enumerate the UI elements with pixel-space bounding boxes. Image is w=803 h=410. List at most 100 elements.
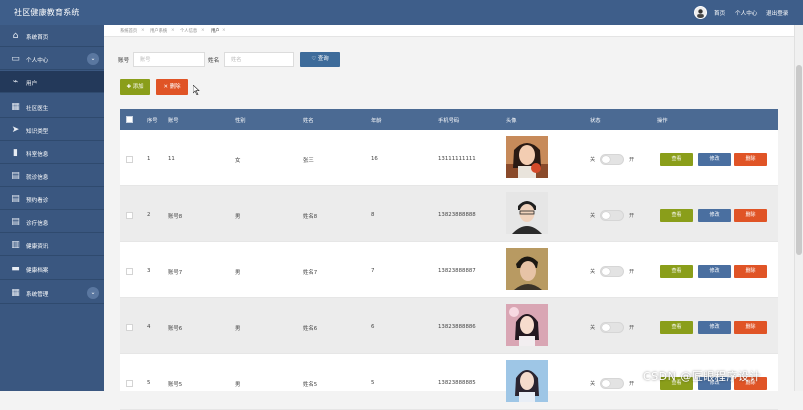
row-account: 账号5 <box>168 382 183 388</box>
row-name: 姓名8 <box>303 214 318 220</box>
toggle-on-label: 开 <box>629 213 635 219</box>
sidebar-item-label: 科室信息 <box>26 152 49 158</box>
view-button[interactable]: 查看 <box>660 321 693 334</box>
sidebar-item-visit[interactable]: ▤ 就诊信息 <box>0 165 104 187</box>
row-checkbox[interactable] <box>126 156 133 163</box>
row-delete-button[interactable]: 删除 <box>734 321 767 334</box>
row-checkbox[interactable] <box>126 380 133 387</box>
row-account: 账号6 <box>168 326 183 332</box>
toggle-on-label: 开 <box>629 269 635 275</box>
view-button[interactable]: 查看 <box>660 153 693 166</box>
sidebar-item-system[interactable]: ▦ 系统管理 ⌄ <box>0 282 104 304</box>
sidebar-item-records[interactable]: ▬ 健康档案 <box>0 258 104 280</box>
sidebar-item-label: 系统首页 <box>26 35 49 41</box>
select-all-checkbox[interactable] <box>126 116 133 123</box>
status-toggle[interactable] <box>600 378 624 389</box>
breadcrumb-item[interactable]: 用户 <box>211 28 220 34</box>
sidebar-item-label: 健康档案 <box>26 268 49 274</box>
row-age: 8 <box>371 212 375 218</box>
add-button-label: 添加 <box>132 84 144 90</box>
toggle-on-label: 开 <box>629 325 635 331</box>
sidebar-item-treatment[interactable]: ▤ 诊疗信息 <box>0 211 104 233</box>
chevron-down-icon[interactable]: ⌄ <box>87 53 99 65</box>
breadcrumb-separator: × <box>222 28 226 33</box>
row-checkbox[interactable] <box>126 212 133 219</box>
search-button[interactable]: ♡ 查询 <box>300 52 340 67</box>
status-toggle[interactable] <box>600 154 624 165</box>
avatar <box>506 192 548 234</box>
row-checkbox[interactable] <box>126 268 133 275</box>
header-avatar[interactable] <box>694 6 707 19</box>
list-icon: ▤ <box>11 194 20 204</box>
account-input[interactable] <box>133 52 205 67</box>
column-header: 状态 <box>590 118 601 124</box>
sidebar-item-label: 预约看诊 <box>26 198 49 204</box>
sidebar-item-news[interactable]: ▥ 健康资讯 <box>0 234 104 256</box>
view-button[interactable]: 查看 <box>660 209 693 222</box>
status-toggle[interactable] <box>600 322 624 333</box>
edit-button[interactable]: 修改 <box>698 265 731 278</box>
avatar <box>506 360 548 402</box>
status-toggle[interactable] <box>600 210 624 221</box>
sidebar-item-users[interactable]: ⌁ 用户 <box>0 71 104 93</box>
toggle-off-label: 关 <box>590 381 596 387</box>
site-title: 社区健康教育系统 <box>14 8 80 17</box>
toggle-knob <box>602 156 610 163</box>
sidebar-item-profile[interactable]: ▭ 个人中心 ⌄ <box>0 48 104 70</box>
breadcrumb-item[interactable]: 用户系统 <box>150 28 167 34</box>
row-checkbox[interactable] <box>126 324 133 331</box>
row-no: 4 <box>147 324 151 330</box>
status-toggle[interactable] <box>600 266 624 277</box>
edit-button[interactable]: 修改 <box>698 209 731 222</box>
toggle-on-label: 开 <box>629 157 635 163</box>
book-icon: ▥ <box>11 240 20 250</box>
sidebar-item-department[interactable]: ▮ 科室信息 <box>0 142 104 164</box>
name-label: 姓名 <box>208 58 220 64</box>
toggle-on-label: 开 <box>629 381 635 387</box>
row-no: 2 <box>147 212 151 218</box>
row-gender: 男 <box>235 326 241 332</box>
row-delete-button[interactable]: 删除 <box>734 153 767 166</box>
profile-link[interactable]: 个人中心 <box>735 9 757 17</box>
grid-icon: ▦ <box>11 102 20 112</box>
breadcrumb-item[interactable]: 个人信息 <box>180 28 197 34</box>
home-link[interactable]: 首页 <box>714 9 725 17</box>
sidebar-item-doctors[interactable]: ▦ 社区医生 <box>0 96 104 118</box>
delete-button-label: 删除 <box>169 84 181 90</box>
paper-plane-icon: ➤ <box>11 125 20 135</box>
delete-button[interactable]: ✕ 删除 <box>156 79 188 95</box>
chat-icon: ▬ <box>11 264 20 274</box>
toggle-off-label: 关 <box>590 269 596 275</box>
avatar <box>506 248 548 290</box>
column-header: 序号 <box>147 118 158 124</box>
chart-line-icon: ⌁ <box>12 77 19 87</box>
row-phone: 13111111111 <box>438 156 476 162</box>
view-button[interactable]: 查看 <box>660 265 693 278</box>
sidebar-item-label: 个人中心 <box>26 58 49 64</box>
top-header: 社区健康教育系统 首页 个人中心 退出登录 <box>0 0 803 25</box>
logout-link[interactable]: 退出登录 <box>766 9 788 17</box>
page-scrollbar[interactable] <box>794 25 803 391</box>
name-input[interactable] <box>224 52 294 67</box>
sidebar-item-appointment[interactable]: ▤ 预约看诊 <box>0 188 104 210</box>
toggle-knob <box>602 324 610 331</box>
edit-button[interactable]: 修改 <box>698 153 731 166</box>
row-name: 姓名6 <box>303 326 318 332</box>
home-icon: ⌂ <box>12 31 19 41</box>
sidebar-item-label: 就诊信息 <box>26 175 49 181</box>
add-button[interactable]: ✚ 添加 <box>120 79 150 95</box>
row-name: 姓名7 <box>303 270 318 276</box>
row-delete-button[interactable]: 删除 <box>734 265 767 278</box>
search-button-label: 查询 <box>317 56 329 62</box>
row-delete-button[interactable]: 删除 <box>734 209 767 222</box>
edit-button[interactable]: 修改 <box>698 321 731 334</box>
sidebar-item-label: 诊疗信息 <box>26 221 49 227</box>
row-phone: 13823888886 <box>438 324 476 330</box>
sidebar-item-knowledge-type[interactable]: ➤ 知识类型 <box>0 119 104 141</box>
scrollbar-thumb[interactable] <box>796 65 802 255</box>
breadcrumb-separator: × <box>201 28 205 33</box>
toggle-off-label: 关 <box>590 213 596 219</box>
chevron-down-icon[interactable]: ⌄ <box>87 287 99 299</box>
sidebar-item-home[interactable]: ⌂ 系统首页 <box>0 25 104 47</box>
breadcrumb-item[interactable]: 系统首页 <box>120 28 137 34</box>
